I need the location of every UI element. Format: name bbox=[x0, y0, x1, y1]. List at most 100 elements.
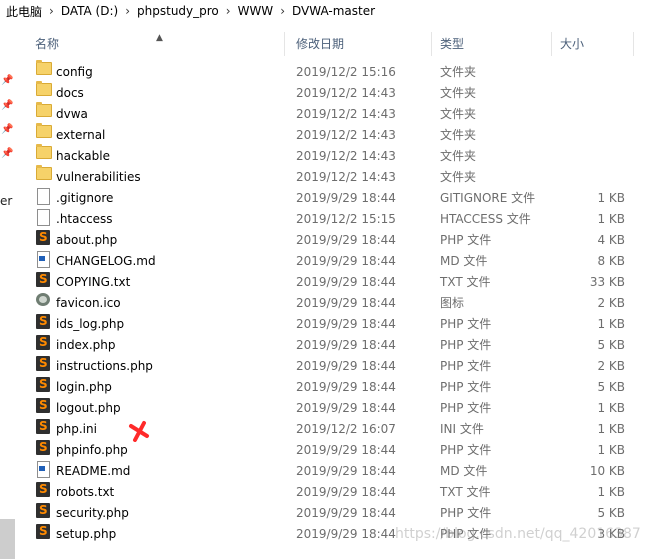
breadcrumb-data-drive[interactable]: DATA (D:) bbox=[58, 4, 121, 18]
file-size: 5 KB bbox=[597, 380, 625, 394]
file-row[interactable]: instructions.php 2019/9/29 18:44 PHP 文件 2 K… bbox=[27, 353, 637, 377]
column-header-row: 名称 ▲ 修改日期 类型 大小 bbox=[27, 30, 637, 58]
column-header-size[interactable]: 大小 bbox=[552, 30, 634, 58]
breadcrumb-chevron-icon[interactable]: › bbox=[45, 4, 58, 18]
file-type: PHP 文件 bbox=[440, 443, 492, 457]
file-name: .htaccess bbox=[56, 212, 113, 226]
file-row[interactable]: ids_log.php 2019/9/29 18:44 PHP 文件 1 KB bbox=[27, 311, 637, 335]
file-date-modified: 2019/9/29 18:44 bbox=[296, 506, 396, 520]
file-type: PHP 文件 bbox=[440, 359, 492, 373]
pin-icon[interactable]: 📌 bbox=[1, 149, 13, 159]
folder-icon bbox=[36, 60, 52, 75]
file-date-modified: 2019/9/29 18:44 bbox=[296, 338, 396, 352]
file-type: 文件夹 bbox=[440, 170, 477, 184]
file-row[interactable]: php.ini 2019/12/2 16:07 INI 文件 1 KB bbox=[27, 416, 637, 440]
folder-icon bbox=[36, 102, 52, 117]
file-row[interactable]: security.php 2019/9/29 18:44 PHP 文件 5 KB bbox=[27, 500, 637, 524]
file-date-modified: 2019/9/29 18:44 bbox=[296, 275, 396, 289]
file-name: docs bbox=[56, 86, 84, 100]
file-name: security.php bbox=[56, 506, 129, 520]
php-file-icon bbox=[36, 521, 50, 542]
file-date-modified: 2019/9/29 18:44 bbox=[296, 464, 396, 478]
file-size: 1 KB bbox=[597, 443, 625, 457]
file-size: 2 KB bbox=[597, 359, 625, 373]
file-size: 1 KB bbox=[597, 212, 625, 226]
pin-icon[interactable]: 📌 bbox=[1, 76, 13, 86]
breadcrumb-chevron-icon[interactable]: › bbox=[276, 4, 289, 18]
file-type: 文件夹 bbox=[440, 107, 477, 121]
file-row[interactable]: phpinfo.php 2019/9/29 18:44 PHP 文件 1 KB bbox=[27, 437, 637, 461]
file-size: 10 KB bbox=[589, 464, 625, 478]
md-file-icon bbox=[37, 461, 50, 478]
file-date-modified: 2019/9/29 18:44 bbox=[296, 233, 396, 247]
file-size: 1 KB bbox=[597, 317, 625, 331]
file-row[interactable]: docs 2019/12/2 14:43 文件夹 bbox=[27, 81, 637, 104]
file-name: robots.txt bbox=[56, 485, 115, 499]
breadcrumb-chevron-icon[interactable]: › bbox=[121, 4, 134, 18]
file-icon bbox=[37, 188, 50, 205]
file-row[interactable]: login.php 2019/9/29 18:44 PHP 文件 5 KB bbox=[27, 374, 637, 398]
file-row[interactable]: logout.php 2019/9/29 18:44 PHP 文件 1 KB bbox=[27, 395, 637, 419]
php-file-icon bbox=[36, 437, 50, 458]
watermark: https://blog.csdn.net/qq_42016387 bbox=[395, 526, 641, 542]
breadcrumb-phpstudy[interactable]: phpstudy_pro bbox=[134, 4, 222, 18]
file-row[interactable]: favicon.ico 2019/9/29 18:44 图标 2 KB bbox=[27, 293, 637, 314]
file-row[interactable]: README.md 2019/9/29 18:44 MD 文件 10 KB bbox=[27, 461, 637, 482]
pin-icon[interactable]: 📌 bbox=[1, 101, 13, 111]
file-name: setup.php bbox=[56, 527, 117, 541]
file-type: PHP 文件 bbox=[440, 506, 492, 520]
column-header-modified[interactable]: 修改日期 bbox=[288, 30, 432, 58]
file-type: MD 文件 bbox=[440, 464, 488, 478]
file-type: TXT 文件 bbox=[440, 275, 491, 289]
breadcrumb: 此电脑 › DATA (D:) › phpstudy_pro › WWW › D… bbox=[0, 0, 646, 22]
breadcrumb-this-pc[interactable]: 此电脑 bbox=[0, 3, 45, 20]
file-row[interactable]: .htaccess 2019/12/2 15:15 HTACCESS 文件 1 KB bbox=[27, 209, 637, 230]
file-type: INI 文件 bbox=[440, 422, 484, 436]
php-file-icon bbox=[36, 332, 50, 353]
file-type: PHP 文件 bbox=[440, 380, 492, 394]
file-type: 文件夹 bbox=[440, 149, 477, 163]
pin-icon[interactable]: 📌 bbox=[1, 125, 13, 135]
scrollbar-thumb[interactable] bbox=[0, 519, 15, 559]
file-type: PHP 文件 bbox=[440, 233, 492, 247]
file-icon bbox=[37, 209, 50, 226]
breadcrumb-dvwa-master[interactable]: DVWA-master bbox=[289, 4, 378, 18]
php-file-icon bbox=[36, 269, 50, 290]
file-row[interactable]: robots.txt 2019/9/29 18:44 TXT 文件 1 KB bbox=[27, 479, 637, 503]
md-file-icon bbox=[37, 251, 50, 268]
navigation-pane[interactable]: 📌 📌 📌 📌 er bbox=[0, 22, 17, 559]
file-name: external bbox=[56, 128, 106, 142]
column-header-type[interactable]: 类型 bbox=[432, 30, 552, 58]
column-divider[interactable] bbox=[633, 32, 634, 56]
file-name: CHANGELOG.md bbox=[56, 254, 156, 268]
file-size: 5 KB bbox=[597, 506, 625, 520]
file-name: logout.php bbox=[56, 401, 121, 415]
breadcrumb-www[interactable]: WWW bbox=[235, 4, 277, 18]
file-row[interactable]: about.php 2019/9/29 18:44 PHP 文件 4 KB bbox=[27, 227, 637, 251]
file-size: 1 KB bbox=[597, 401, 625, 415]
file-date-modified: 2019/12/2 14:43 bbox=[296, 107, 396, 121]
file-row[interactable]: config 2019/12/2 15:16 文件夹 bbox=[27, 60, 637, 83]
file-row[interactable]: .gitignore 2019/9/29 18:44 GITIGNORE 文件 1 K… bbox=[27, 188, 637, 209]
file-date-modified: 2019/9/29 18:44 bbox=[296, 401, 396, 415]
navigation-item-label[interactable]: er bbox=[0, 194, 12, 208]
file-row[interactable]: COPYING.txt 2019/9/29 18:44 TXT 文件 33 KB bbox=[27, 269, 637, 293]
file-row[interactable]: dvwa 2019/12/2 14:43 文件夹 bbox=[27, 102, 637, 125]
file-row[interactable]: CHANGELOG.md 2019/9/29 18:44 MD 文件 8 KB bbox=[27, 251, 637, 272]
sort-ascending-icon: ▲ bbox=[156, 33, 163, 43]
file-size: 8 KB bbox=[597, 254, 625, 268]
folder-icon bbox=[36, 165, 52, 180]
php-file-icon bbox=[36, 353, 50, 374]
column-header-name[interactable]: 名称 ▲ bbox=[27, 30, 285, 58]
file-row[interactable]: external 2019/12/2 14:43 文件夹 bbox=[27, 123, 637, 146]
file-row[interactable]: hackable 2019/12/2 14:43 文件夹 bbox=[27, 144, 637, 167]
php-file-icon bbox=[36, 395, 50, 416]
file-row[interactable]: index.php 2019/9/29 18:44 PHP 文件 5 KB bbox=[27, 332, 637, 356]
file-type: GITIGNORE 文件 bbox=[440, 191, 536, 205]
file-name: php.ini bbox=[56, 422, 97, 436]
file-size: 5 KB bbox=[597, 338, 625, 352]
breadcrumb-chevron-icon[interactable]: › bbox=[222, 4, 235, 18]
column-divider[interactable] bbox=[284, 32, 285, 56]
file-row[interactable]: vulnerabilities 2019/12/2 14:43 文件夹 bbox=[27, 165, 637, 188]
file-type: PHP 文件 bbox=[440, 338, 492, 352]
